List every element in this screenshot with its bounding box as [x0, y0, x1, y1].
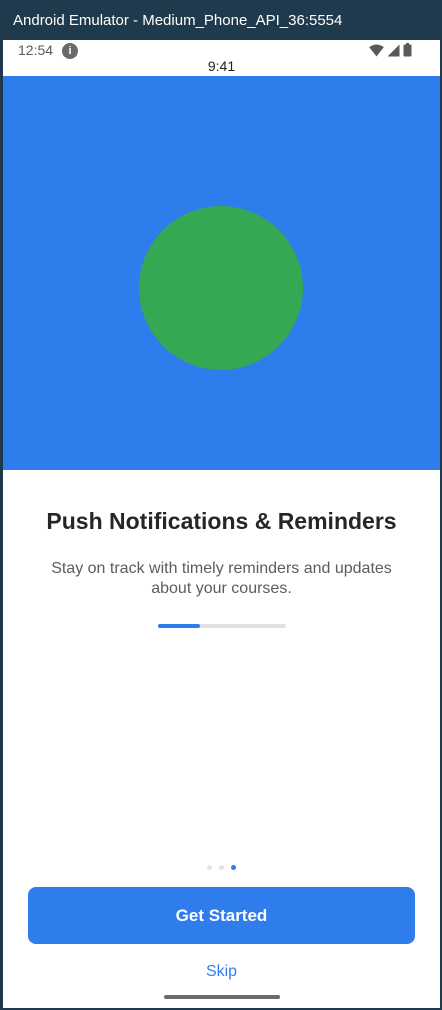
- illustration-circle: [139, 206, 303, 370]
- get-started-label: Get Started: [175, 905, 268, 925]
- status-icons: [369, 43, 412, 57]
- progress-bar-fill: [158, 624, 201, 628]
- get-started-button[interactable]: Get Started: [28, 887, 415, 944]
- page-subtitle: Stay on track with timely reminders and …: [51, 560, 392, 597]
- info-icon: i: [62, 43, 78, 59]
- page-indicator: [3, 865, 440, 870]
- gesture-nav-bar[interactable]: [164, 995, 280, 999]
- page-dot[interactable]: [207, 865, 212, 870]
- hero-illustration: [3, 76, 440, 470]
- app-clock: 9:41: [207, 58, 236, 74]
- wifi-icon: [369, 43, 384, 56]
- emulator-title-bar: Android Emulator - Medium_Phone_API_36:5…: [0, 0, 442, 40]
- window-title: Android Emulator - Medium_Phone_API_36:5…: [13, 11, 343, 29]
- skip-button[interactable]: Skip: [3, 963, 440, 981]
- page-dot[interactable]: [219, 865, 224, 870]
- phone-screen: 12:54 i 9:41 Push Notifications & Remind…: [3, 40, 440, 1008]
- page-dot-active[interactable]: [231, 865, 236, 870]
- signal-icon: [387, 44, 400, 56]
- battery-icon: [403, 43, 412, 57]
- status-time: 12:54: [18, 42, 54, 58]
- page-title: Push Notifications & Reminders: [46, 508, 397, 534]
- progress-bar: [158, 624, 286, 628]
